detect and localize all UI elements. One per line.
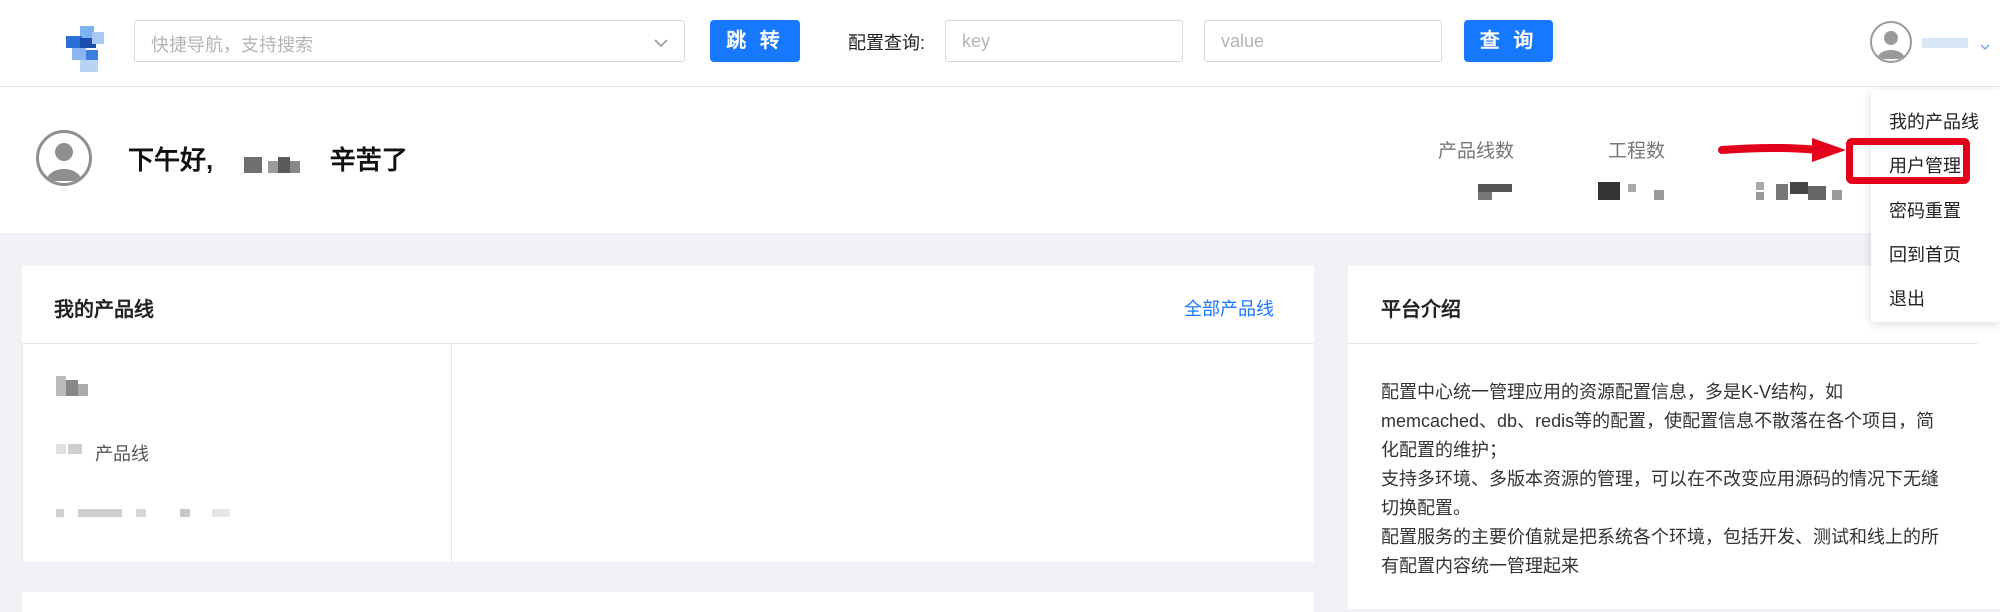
intro-paragraph: 支持多环境、多版本资源的管理，可以在不改变应用源码的情况下无缝切换配置。 xyxy=(1381,469,1939,518)
greeting-prefix: 下午好, xyxy=(128,145,214,175)
menu-item-back-home[interactable]: 回到首页 xyxy=(1889,241,1961,267)
key-input[interactable]: key xyxy=(945,20,1183,62)
product-line-icon-redacted xyxy=(56,376,90,403)
platform-intro-text: 配置中心统一管理应用的资源配置信息，多是K-V结构，如memcached、db、… xyxy=(1381,378,1951,581)
card-divider xyxy=(1348,343,1978,344)
product-line-desc-redacted xyxy=(56,506,246,525)
config-query-label: 配置查询: xyxy=(848,33,926,53)
user-avatar[interactable] xyxy=(1870,21,1912,63)
quick-nav-placeholder: 快捷导航，支持搜索 xyxy=(151,35,313,55)
logo-icon[interactable] xyxy=(66,26,112,72)
greeting-suffix: 辛苦了 xyxy=(329,145,408,175)
menu-item-password-reset[interactable]: 密码重置 xyxy=(1889,197,1961,223)
intro-paragraph: 配置服务的主要价值就是把系统各个环境，包括开发、测试和线上的所有配置内容统一管理… xyxy=(1381,527,1939,576)
quick-nav-select[interactable]: 快捷导航，支持搜索 xyxy=(134,20,685,62)
query-button[interactable]: 查 询 xyxy=(1464,20,1553,62)
jump-button[interactable]: 跳 转 xyxy=(710,20,800,62)
my-product-lines-title: 我的产品线 xyxy=(54,299,154,321)
platform-intro-title: 平台介绍 xyxy=(1381,299,1461,321)
username-redacted xyxy=(226,151,316,174)
stat-value-product-lines xyxy=(1478,182,1514,202)
highlight-box-annotation xyxy=(1846,138,1970,184)
next-card-edge xyxy=(22,592,1314,612)
user-dropdown-menu: 我的产品线 用户管理 密码重置 回到首页 退出 xyxy=(1871,90,2000,322)
stat-value-third xyxy=(1752,180,1862,200)
arrow-annotation-icon xyxy=(1718,132,1850,177)
greeting-text: 下午好, 辛苦了 xyxy=(128,140,408,177)
intro-paragraph: 配置中心统一管理应用的资源配置信息，多是K-V结构，如memcached、db、… xyxy=(1381,382,1935,460)
username-redacted[interactable] xyxy=(1922,38,1968,48)
product-line-name-redacted xyxy=(56,442,88,461)
chevron-down-icon[interactable] xyxy=(1980,38,1990,56)
stat-label-product-lines: 产品线数 xyxy=(1438,141,1515,162)
all-product-lines-link[interactable]: 全部产品线 xyxy=(1184,295,1274,321)
stat-label-projects: 工程数 xyxy=(1608,141,1666,162)
stat-value-projects xyxy=(1598,180,1668,200)
menu-item-logout[interactable]: 退出 xyxy=(1889,285,1925,311)
value-input[interactable]: value xyxy=(1204,20,1442,62)
chevron-down-icon xyxy=(654,35,668,53)
user-avatar-large xyxy=(36,130,92,186)
product-line-name: 产品线 xyxy=(95,444,149,464)
menu-item-my-product-lines[interactable]: 我的产品线 xyxy=(1889,108,1979,134)
